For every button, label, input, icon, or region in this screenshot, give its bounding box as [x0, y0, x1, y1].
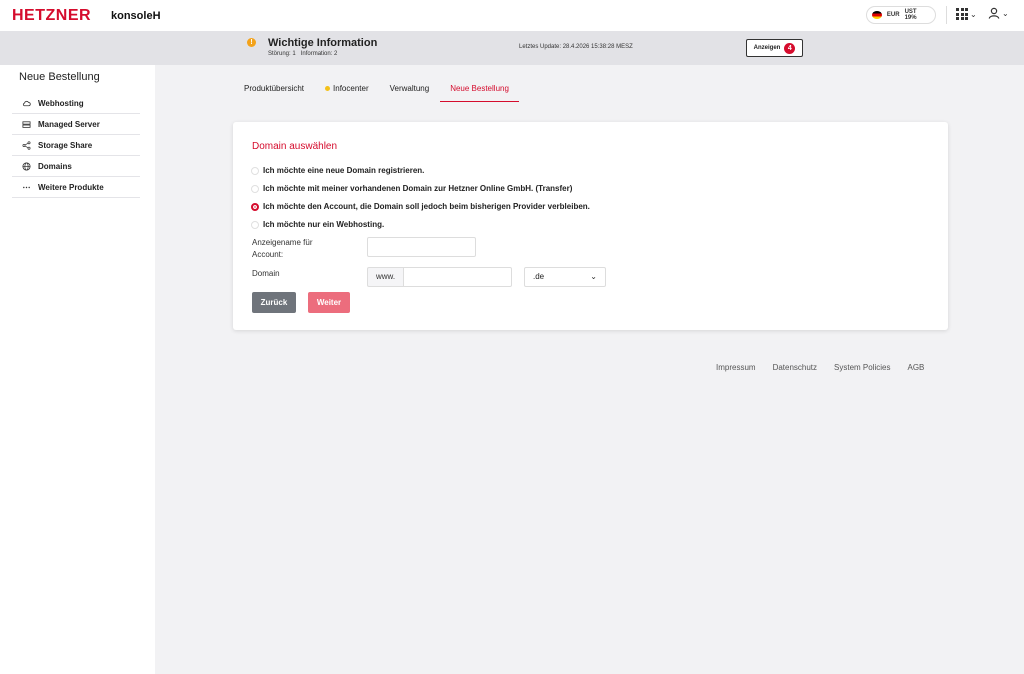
sidebar-item-domains[interactable]: Domains	[12, 156, 140, 177]
radio-button[interactable]	[251, 220, 259, 229]
sidebar-item-storage-share[interactable]: Storage Share	[12, 135, 140, 156]
information-count: Information: 2	[300, 51, 338, 57]
chevron-down-icon: ⌄	[970, 9, 977, 19]
option-transfer-domain[interactable]: Ich möchte mit meiner vorhandenen Domain…	[251, 184, 572, 193]
currency-label: EUR	[886, 12, 900, 18]
tab-product-overview[interactable]: Produktübersicht	[244, 78, 304, 102]
option-label: Ich möchte eine neue Domain registrieren…	[263, 166, 425, 175]
www-prefix: www.	[367, 267, 403, 287]
sidebar-item-more-products[interactable]: Weitere Produkte	[12, 177, 140, 198]
apps-grid-icon	[956, 8, 968, 20]
display-name-input[interactable]	[367, 237, 476, 257]
option-label: Ich möchte nur ein Webhosting.	[263, 220, 385, 229]
footer-link-system-policies[interactable]: System Policies	[834, 363, 890, 372]
card-title: Domain auswählen	[252, 141, 338, 152]
footer-links: Impressum Datenschutz System Policies AG…	[716, 363, 924, 372]
tab-bar: Produktübersicht Infocenter Verwaltung N…	[244, 78, 540, 102]
radio-button[interactable]	[251, 184, 259, 193]
sidebar-title: Neue Bestellung	[19, 71, 100, 83]
disruption-count: Störung: 1	[268, 51, 296, 57]
sidebar-list: Webhosting Managed Server Storage Share …	[12, 93, 140, 198]
footer-link-privacy[interactable]: Datenschutz	[773, 363, 817, 372]
cloud-icon	[22, 100, 31, 106]
sidebar-item-webhosting[interactable]: Webhosting	[12, 93, 140, 114]
next-button[interactable]: Weiter	[308, 292, 350, 313]
domain-selection-card: Domain auswählen Ich möchte eine neue Do…	[233, 122, 948, 330]
show-info-label: Anzeigen	[753, 45, 781, 51]
server-icon	[22, 120, 31, 128]
sidebar-item-label: Storage Share	[38, 140, 93, 150]
last-update-text: Letztes Update: 28.4.2026 15:38:28 MESZ	[519, 44, 633, 50]
chevron-down-icon: ⌄	[1002, 8, 1009, 18]
info-title: Wichtige Information	[268, 37, 378, 49]
infocenter-status-dot	[325, 86, 331, 92]
header-divider	[946, 6, 947, 24]
option-keep-provider[interactable]: Ich möchte den Account, die Domain soll …	[251, 202, 590, 211]
radio-button-checked[interactable]	[251, 202, 259, 211]
user-icon	[988, 7, 1000, 19]
globe-icon	[22, 161, 31, 171]
hetzner-logo[interactable]: HETZNER	[12, 7, 91, 25]
sidebar-item-label: Domains	[38, 161, 72, 171]
top-bar: HETZNER konsoleH EUR UST 19% ⌄ ⌄	[0, 0, 1024, 32]
tab-administration[interactable]: Verwaltung	[390, 78, 430, 102]
back-button[interactable]: Zurück	[252, 292, 296, 313]
domain-input[interactable]	[403, 267, 512, 287]
more-icon	[23, 186, 30, 188]
sidebar-item-label: Weitere Produkte	[38, 182, 104, 192]
tab-label: Infocenter	[333, 84, 369, 93]
sidebar-item-managed-server[interactable]: Managed Server	[12, 114, 140, 135]
tld-select[interactable]: .de ⌄	[524, 267, 606, 287]
sidebar-item-label: Webhosting	[38, 98, 84, 108]
domain-label: Domain	[252, 269, 280, 278]
sidebar-item-label: Managed Server	[38, 119, 100, 129]
vat-label: UST 19%	[904, 9, 917, 21]
tab-new-order[interactable]: Neue Bestellung	[440, 78, 519, 102]
info-bar	[0, 32, 1024, 65]
warning-icon: !	[247, 38, 256, 47]
locale-selector[interactable]: EUR UST 19%	[866, 6, 936, 24]
footer-link-terms[interactable]: AGB	[908, 363, 925, 372]
option-label: Ich möchte den Account, die Domain soll …	[263, 202, 590, 211]
option-webhosting-only[interactable]: Ich möchte nur ein Webhosting.	[251, 220, 384, 229]
user-menu-button[interactable]: ⌄	[988, 7, 1009, 19]
tld-selected-value: .de	[533, 272, 545, 281]
option-label: Ich möchte mit meiner vorhandenen Domain…	[263, 184, 573, 193]
info-counts: Störung: 1 Information: 2	[268, 51, 337, 57]
share-icon	[22, 140, 31, 150]
show-info-button[interactable]: Anzeigen 4	[746, 39, 803, 57]
product-name: konsoleH	[111, 10, 161, 22]
option-register-new-domain[interactable]: Ich möchte eine neue Domain registrieren…	[251, 166, 424, 175]
chevron-down-icon: ⌄	[590, 272, 597, 281]
sidebar: Neue Bestellung Webhosting Managed Serve…	[0, 65, 155, 674]
tab-infocenter[interactable]: Infocenter	[325, 78, 369, 102]
footer-link-imprint[interactable]: Impressum	[716, 363, 756, 372]
notification-badge: 4	[784, 42, 796, 54]
germany-flag-icon	[872, 11, 882, 19]
radio-button[interactable]	[251, 166, 259, 175]
display-name-label: Anzeigename für Account:	[252, 238, 313, 259]
apps-menu-button[interactable]: ⌄	[956, 8, 977, 20]
